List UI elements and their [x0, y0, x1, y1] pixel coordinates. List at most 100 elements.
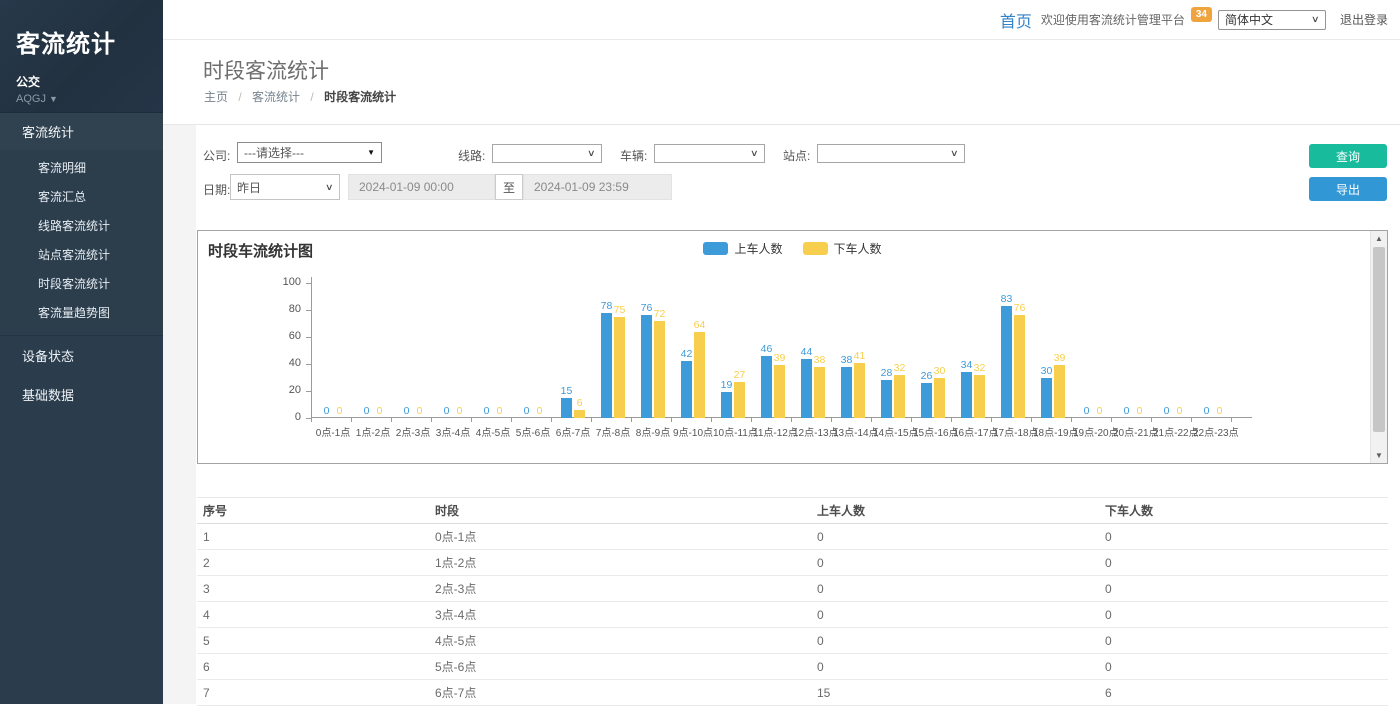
table-cell: 1: [197, 524, 429, 550]
table-cell: 0点-1点: [429, 524, 811, 550]
date-preset-select[interactable]: 昨日∨: [230, 174, 340, 200]
company-label: 公司:: [203, 147, 230, 164]
notification-badge[interactable]: 34: [1191, 7, 1212, 22]
bar-下车人数[interactable]: 64: [694, 332, 705, 418]
sidebar-item-1[interactable]: 基础数据: [0, 375, 163, 414]
bar-上车人数[interactable]: 28: [881, 380, 892, 418]
sidebar-items: 设备状态基础数据: [0, 336, 163, 414]
page-header: 时段客流统计 主页 / 客流统计 / 时段客流统计: [163, 40, 1400, 125]
station-select[interactable]: ∨: [817, 144, 965, 163]
bar-下车人数[interactable]: 6: [574, 410, 585, 418]
bar-下车人数[interactable]: 32: [894, 375, 905, 418]
bar-value-label: 32: [974, 362, 986, 374]
bar-上车人数[interactable]: 44: [801, 359, 812, 418]
bar-下车人数[interactable]: 27: [734, 382, 745, 418]
query-button[interactable]: 查询: [1309, 144, 1387, 168]
table-cell: 4: [197, 602, 429, 628]
sidebar-item-0[interactable]: 设备状态: [0, 336, 163, 375]
bar-上车人数[interactable]: 30: [1041, 378, 1052, 419]
bar-上车人数[interactable]: 38: [841, 367, 852, 418]
x-axis-category-label: 18点-19点: [1033, 424, 1073, 439]
sidebar-section-passenger-stats[interactable]: 客流统计: [0, 112, 163, 150]
table-cell: 0: [1099, 654, 1388, 680]
home-link[interactable]: 首页: [1000, 8, 1032, 32]
y-axis-tick: [306, 391, 311, 392]
table-cell: 2: [197, 550, 429, 576]
chart-scrollbar[interactable]: ▲ ▼: [1370, 231, 1387, 463]
bar-value-label: 83: [1001, 293, 1013, 305]
logout-link[interactable]: 退出登录: [1340, 11, 1388, 28]
sidebar-submenu: 客流明细客流汇总线路客流统计站点客流统计时段客流统计客流量趋势图: [0, 150, 163, 336]
bar-上车人数[interactable]: 76: [641, 315, 652, 418]
x-axis-category-label: 10点-11点: [713, 424, 753, 439]
bar-上车人数[interactable]: 19: [721, 392, 732, 418]
bar-上车人数[interactable]: 42: [681, 361, 692, 418]
x-axis-category-label: 8点-9点: [633, 424, 673, 439]
y-axis-label: 20: [269, 384, 301, 396]
chevron-down-icon: ∨: [950, 148, 959, 159]
scrollbar-thumb[interactable]: [1373, 247, 1385, 432]
date-end-input[interactable]: 2024-01-09 23:59: [523, 174, 672, 200]
bar-下车人数[interactable]: 38: [814, 367, 825, 418]
legend-item-alighting[interactable]: 下车人数: [803, 240, 882, 257]
bar-value-label: 0: [457, 405, 463, 417]
bar-上车人数[interactable]: 78: [601, 313, 612, 418]
bar-下车人数[interactable]: 72: [654, 321, 665, 418]
date-start-input[interactable]: 2024-01-09 00:00: [348, 174, 495, 200]
date-to-label: 至: [495, 174, 523, 200]
bar-value-label: 0: [537, 405, 543, 417]
chart-panel: 时段车流统计图 上车人数 下车人数 020406080100000点-1点001…: [197, 230, 1388, 464]
language-select[interactable]: 简体中文∨: [1218, 10, 1326, 30]
scroll-down-icon[interactable]: ▼: [1371, 451, 1387, 460]
bar-value-label: 28: [881, 367, 893, 379]
bar-上车人数[interactable]: 83: [1001, 306, 1012, 418]
bar-上车人数[interactable]: 26: [921, 383, 932, 418]
sidebar-subitem-3[interactable]: 站点客流统计: [0, 240, 163, 269]
sidebar-subitem-1[interactable]: 客流汇总: [0, 182, 163, 211]
bar-value-label: 0: [1204, 405, 1210, 417]
bar-下车人数[interactable]: 75: [614, 317, 625, 418]
x-axis-tick: [391, 418, 392, 422]
bar-group-6点-7点: 1566点-7点: [553, 283, 593, 418]
table-row[interactable]: 10点-1点00: [197, 524, 1388, 550]
x-axis-tick: [631, 418, 632, 422]
page-title: 时段客流统计: [203, 55, 329, 85]
bar-下车人数[interactable]: 30: [934, 378, 945, 419]
table-cell: 4点-5点: [429, 628, 811, 654]
bar-下车人数[interactable]: 32: [974, 375, 985, 418]
vehicle-select[interactable]: ∨: [654, 144, 765, 163]
sidebar-subitem-5[interactable]: 客流量趋势图: [0, 298, 163, 327]
table-row[interactable]: 54点-5点00: [197, 628, 1388, 654]
breadcrumb-home[interactable]: 主页: [204, 90, 228, 104]
table-row[interactable]: 32点-3点00: [197, 576, 1388, 602]
breadcrumb-section[interactable]: 客流统计: [252, 90, 300, 104]
bar-上车人数[interactable]: 34: [961, 372, 972, 418]
org-code-dropdown[interactable]: AQGJ▼: [16, 93, 163, 105]
bar-value-label: 0: [324, 405, 330, 417]
export-button[interactable]: 导出: [1309, 177, 1387, 201]
table-cell: 0: [811, 524, 1099, 550]
scroll-up-icon[interactable]: ▲: [1371, 234, 1387, 243]
bar-下车人数[interactable]: 39: [1054, 365, 1065, 418]
y-axis-label: 40: [269, 357, 301, 369]
sidebar-subitem-4[interactable]: 时段客流统计: [0, 269, 163, 298]
bar-下车人数[interactable]: 39: [774, 365, 785, 418]
bar-group-3点-4点: 003点-4点: [433, 283, 473, 418]
bar-上车人数[interactable]: 46: [761, 356, 772, 418]
sidebar-subitem-0[interactable]: 客流明细: [0, 153, 163, 182]
table-cell: 0: [811, 550, 1099, 576]
table-row[interactable]: 21点-2点00: [197, 550, 1388, 576]
bar-上车人数[interactable]: 15: [561, 398, 572, 418]
table-cell: 0: [1099, 524, 1388, 550]
topbar: 首页 欢迎使用客流统计管理平台 34 简体中文∨ 退出登录: [163, 0, 1400, 40]
table-row[interactable]: 65点-6点00: [197, 654, 1388, 680]
company-select[interactable]: ---请选择---▼: [237, 142, 382, 163]
sidebar-subitem-2[interactable]: 线路客流统计: [0, 211, 163, 240]
bar-group-9点-10点: 42649点-10点: [673, 283, 713, 418]
bar-下车人数[interactable]: 76: [1014, 315, 1025, 418]
table-row[interactable]: 76点-7点156: [197, 680, 1388, 706]
line-select[interactable]: ∨: [492, 144, 602, 163]
table-row[interactable]: 43点-4点00: [197, 602, 1388, 628]
bar-下车人数[interactable]: 41: [854, 363, 865, 418]
legend-item-boarding[interactable]: 上车人数: [703, 240, 782, 257]
